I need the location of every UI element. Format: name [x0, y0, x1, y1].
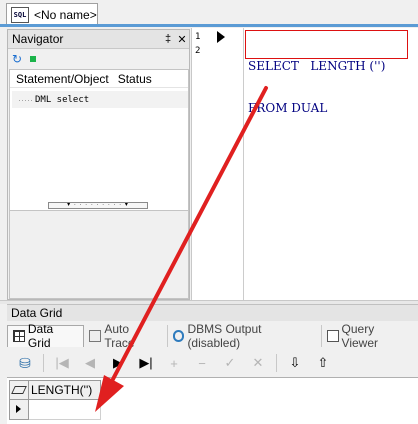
grid-corner[interactable]	[9, 380, 29, 400]
result-grid: LENGTH('')	[7, 377, 418, 424]
code-line: SELECT LENGTH ('')	[248, 59, 386, 73]
navigator-panel: Navigator ‡ ✕ ↻ Statement/Object Status …	[7, 29, 190, 300]
line-number: 1	[195, 32, 201, 42]
toolbar-separator	[43, 354, 44, 372]
cancel-edit-button[interactable]: ✕	[244, 355, 272, 371]
dbms-output-icon	[172, 329, 185, 342]
navigator-title: Navigator	[12, 32, 64, 46]
tree-connector: ·····	[18, 94, 33, 105]
import-icon[interactable]: ⇧	[309, 355, 337, 371]
data-grid-toolbar: ⛁ |◀ ◀ ▶ ▶| + − ✓ ✕ ⇩ ⇧	[7, 350, 418, 376]
grid-icon	[13, 330, 25, 342]
sql-editor[interactable]: 1 2 SELECT LENGTH ('') FROM DUAL	[191, 28, 418, 300]
tab-label: DBMS Output (disabled)	[187, 321, 262, 350]
data-grid-title: Data Grid	[11, 306, 63, 320]
column-header-status[interactable]: Status	[109, 72, 152, 86]
tab-label: Query Viewer	[341, 321, 379, 350]
tab-label: Data Grid	[27, 322, 54, 350]
query-viewer-icon	[326, 329, 339, 342]
document-tab-bar: SQL <No name>	[0, 0, 418, 27]
next-record-button[interactable]: ▶	[104, 355, 132, 371]
export-icon[interactable]: ⇩	[281, 355, 309, 371]
refresh-icon[interactable]: ↻	[12, 52, 22, 66]
sql-file-icon: SQL	[11, 6, 29, 23]
first-record-button[interactable]: |◀	[48, 355, 76, 371]
line-number: 2	[195, 46, 201, 56]
code-text[interactable]: SELECT LENGTH ('') FROM DUAL	[248, 31, 385, 143]
navigator-header: Navigator ‡ ✕	[8, 30, 189, 49]
list-item[interactable]: ····· DML select	[12, 91, 188, 108]
grid-cell[interactable]	[29, 400, 101, 420]
tab-label: Auto Trace	[104, 321, 135, 350]
delete-record-button[interactable]: −	[188, 356, 216, 371]
post-edit-button[interactable]: ✓	[216, 355, 244, 371]
tab-strip-divider	[0, 24, 418, 27]
navigator-detail-pane	[9, 210, 189, 299]
current-row-icon	[16, 405, 21, 413]
column-header[interactable]: LENGTH('')	[29, 380, 101, 400]
eraser-icon	[11, 386, 27, 394]
tab-auto-trace[interactable]: Auto Trace	[84, 321, 168, 350]
column-header-statement-object[interactable]: Statement/Object	[10, 72, 109, 86]
prior-record-button[interactable]: ◀	[76, 355, 104, 371]
tab-data-grid[interactable]: Data Grid	[7, 322, 85, 350]
statement-label: DML select	[35, 94, 90, 105]
close-icon[interactable]: ✕	[175, 33, 189, 46]
current-statement-arrow-icon	[217, 31, 225, 43]
tab-dbms-output[interactable]: DBMS Output (disabled)	[168, 321, 322, 350]
execute-icon[interactable]	[30, 56, 37, 62]
code-line: FROM DUAL	[248, 101, 328, 115]
navigator-splitter[interactable]: ▾ · · · · · · · · · ▾	[48, 202, 148, 209]
tab-query-viewer[interactable]: Query Viewer	[322, 321, 418, 350]
toolbar-separator	[276, 354, 277, 372]
editor-gutter: 1 2	[192, 28, 244, 300]
database-icon[interactable]: ⛁	[11, 355, 39, 372]
navigator-toolbar: ↻	[12, 52, 37, 66]
pin-icon[interactable]: ‡	[161, 33, 175, 45]
data-grid-header: Data Grid	[7, 304, 418, 321]
statement-list-header: Statement/Object Status	[10, 70, 188, 88]
insert-record-button[interactable]: +	[160, 356, 188, 371]
row-indicator[interactable]	[9, 400, 29, 420]
last-record-button[interactable]: ▶|	[132, 355, 160, 371]
document-tab-label: <No name>	[34, 7, 97, 22]
data-grid-tabs: Data Grid Auto Trace DBMS Output (disabl…	[7, 321, 418, 350]
trace-icon	[89, 329, 102, 342]
document-tab[interactable]: SQL <No name>	[6, 3, 98, 25]
